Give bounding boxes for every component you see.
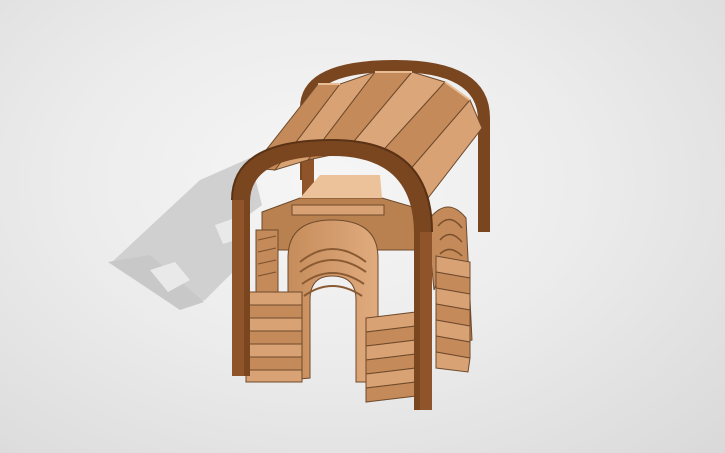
viewport-3d	[0, 0, 725, 453]
hut-scene	[108, 60, 490, 410]
